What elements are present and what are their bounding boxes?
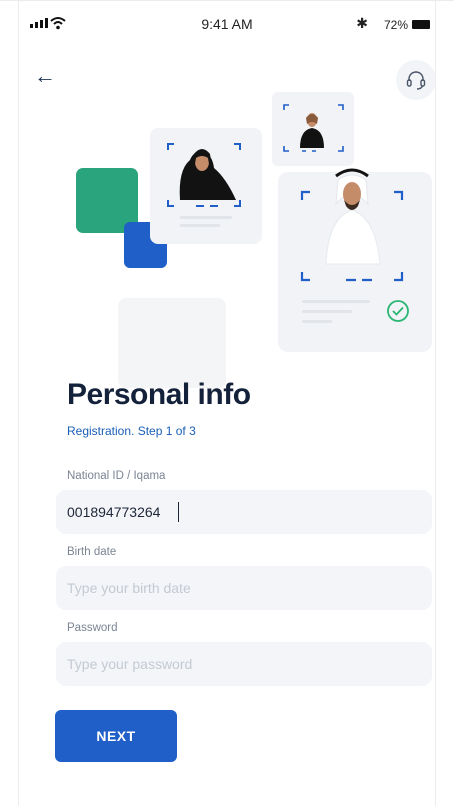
identity-illustration bbox=[76, 92, 432, 388]
next-button[interactable]: NEXT bbox=[55, 710, 177, 762]
birth-date-label: Birth date bbox=[67, 546, 117, 558]
national-id-label: National ID / Iqama bbox=[67, 470, 166, 482]
top-divider bbox=[0, 0, 454, 1]
birth-date-placeholder: Type your birth date bbox=[67, 580, 191, 596]
back-arrow-icon[interactable]: ← bbox=[34, 62, 64, 90]
small-woman-card bbox=[272, 92, 354, 166]
page-title: Personal info bbox=[67, 378, 251, 411]
status-bar: 9:41 AM ✱ 72% bbox=[0, 14, 454, 38]
battery-percentage: 72% bbox=[383, 18, 408, 32]
national-id-value: 001894773264 bbox=[67, 504, 161, 520]
woman-card bbox=[150, 128, 262, 244]
national-id-field[interactable]: 001894773264 bbox=[56, 490, 432, 534]
password-placeholder: Type your password bbox=[67, 656, 193, 672]
man-card bbox=[278, 168, 432, 352]
battery-icon bbox=[412, 20, 430, 29]
app-screen: 9:41 AM ✱ 72% ← Personal info Registrati… bbox=[0, 0, 454, 806]
registration-step: Registration. Step 1 of 3 bbox=[67, 424, 196, 438]
birth-date-field[interactable]: Type your birth date bbox=[56, 566, 432, 610]
password-label: Password bbox=[67, 622, 118, 634]
placeholder-card bbox=[118, 298, 226, 388]
bluetooth-icon: ✱ bbox=[356, 15, 368, 31]
text-caret bbox=[178, 502, 179, 522]
password-field[interactable]: Type your password bbox=[56, 642, 432, 686]
